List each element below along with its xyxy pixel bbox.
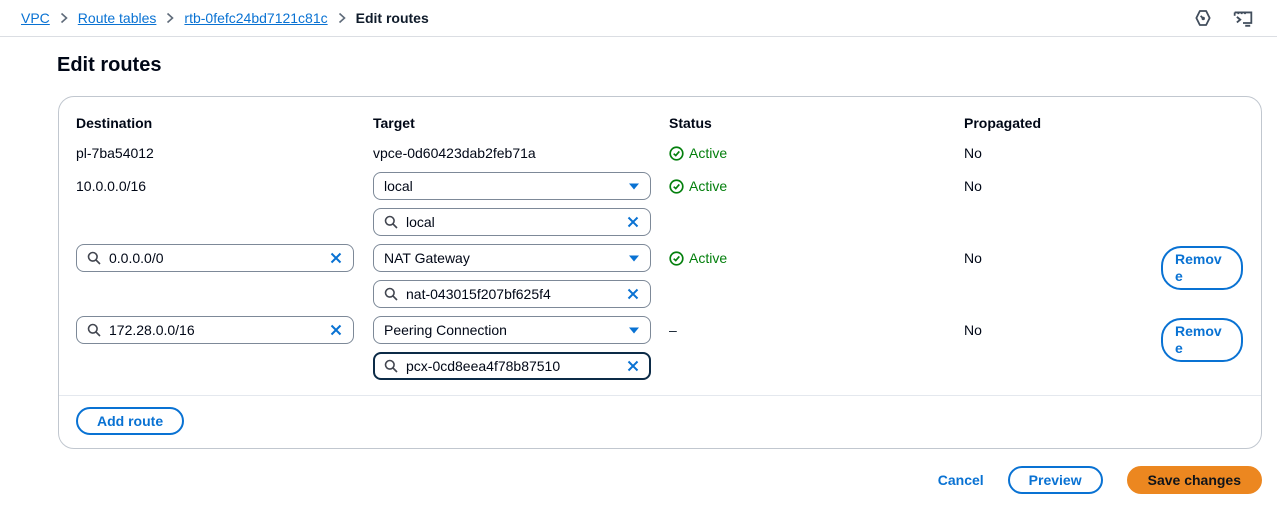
preview-button[interactable]: Preview xyxy=(1008,466,1103,494)
column-header-destination: Destination xyxy=(76,115,373,132)
status-value: – xyxy=(669,316,964,344)
target-type-selected: local xyxy=(384,178,413,194)
remove-route-button[interactable]: Remove xyxy=(1161,246,1243,290)
page-title: Edit routes xyxy=(57,54,1277,77)
table-row: NAT Gateway Active No Remove xyxy=(76,244,1241,308)
remove-route-button[interactable]: Remove xyxy=(1161,318,1243,362)
magnifier-icon xyxy=(87,323,101,337)
chevron-right-icon xyxy=(337,12,347,24)
target-type-select[interactable]: local xyxy=(373,172,651,200)
check-circle-icon xyxy=(669,251,684,266)
clear-x-icon[interactable] xyxy=(626,287,640,301)
status-badge: Active xyxy=(669,172,964,200)
caret-down-icon xyxy=(628,182,640,191)
chevron-right-icon xyxy=(165,12,175,24)
target-search-input[interactable] xyxy=(406,358,618,374)
clear-x-icon[interactable] xyxy=(329,323,343,337)
target-search-input-wrap xyxy=(373,208,651,236)
column-header-target: Target xyxy=(373,115,669,132)
destination-input[interactable] xyxy=(109,250,321,266)
propagated-value: No xyxy=(964,172,1161,200)
cancel-button[interactable]: Cancel xyxy=(938,472,984,488)
save-changes-button[interactable]: Save changes xyxy=(1127,466,1262,494)
destination-input[interactable] xyxy=(109,322,321,338)
target-search-input-wrap xyxy=(373,280,651,308)
magnifier-icon xyxy=(87,251,101,265)
breadcrumb-bar: VPC Route tables rtb-0fefc24bd7121c81c E… xyxy=(0,0,1277,37)
add-route-button[interactable]: Add route xyxy=(76,407,184,435)
target-type-selected: NAT Gateway xyxy=(384,250,470,266)
breadcrumb-link-route-tables[interactable]: Route tables xyxy=(78,10,157,26)
destination-input-wrap xyxy=(76,316,354,344)
table-header-row: Destination Target Status Propagated xyxy=(76,115,1241,132)
clear-x-icon[interactable] xyxy=(626,359,640,373)
check-circle-icon xyxy=(669,146,684,161)
destination-value: pl-7ba54012 xyxy=(76,144,373,162)
destination-value: 10.0.0.0/16 xyxy=(76,172,373,200)
status-badge: Active xyxy=(669,244,964,272)
target-search-input-wrap xyxy=(373,352,651,380)
table-row: Peering Connection – No Remove xyxy=(76,316,1241,380)
clear-x-icon[interactable] xyxy=(626,215,640,229)
target-type-select[interactable]: NAT Gateway xyxy=(373,244,651,272)
edit-routes-card: Destination Target Status Propagated pl-… xyxy=(58,96,1262,449)
propagated-value: No xyxy=(964,144,1161,162)
status-badge: Active xyxy=(669,144,964,162)
caret-down-icon xyxy=(628,326,640,335)
propagated-value: No xyxy=(964,244,1161,272)
table-row: pl-7ba54012 vpce-0d60423dab2feb71a Activ… xyxy=(76,144,1241,162)
caret-down-icon xyxy=(628,254,640,263)
clock-hexagon-icon[interactable] xyxy=(1193,8,1213,28)
card-footer: Add route xyxy=(59,395,1261,448)
table-row: 10.0.0.0/16 local Active No xyxy=(76,172,1241,236)
page-actions: Cancel Preview Save changes xyxy=(58,466,1262,494)
magnifier-icon xyxy=(384,359,398,373)
clear-x-icon[interactable] xyxy=(329,251,343,265)
destination-input-wrap xyxy=(76,244,354,272)
column-header-status: Status xyxy=(669,115,964,132)
magnifier-icon xyxy=(384,215,398,229)
target-type-selected: Peering Connection xyxy=(384,322,507,338)
target-value: vpce-0d60423dab2feb71a xyxy=(373,144,669,162)
cloudshell-terminal-icon[interactable] xyxy=(1233,8,1253,28)
propagated-value: No xyxy=(964,316,1161,344)
chevron-right-icon xyxy=(59,12,69,24)
target-search-input[interactable] xyxy=(406,214,618,230)
column-header-propagated: Propagated xyxy=(964,115,1161,132)
breadcrumb-current: Edit routes xyxy=(356,10,429,26)
check-circle-icon xyxy=(669,179,684,194)
target-search-input[interactable] xyxy=(406,286,618,302)
magnifier-icon xyxy=(384,287,398,301)
target-type-select[interactable]: Peering Connection xyxy=(373,316,651,344)
topbar-icons xyxy=(1193,8,1253,28)
breadcrumb-link-route-table-id[interactable]: rtb-0fefc24bd7121c81c xyxy=(184,10,327,26)
breadcrumb: VPC Route tables rtb-0fefc24bd7121c81c E… xyxy=(21,10,1193,26)
breadcrumb-link-vpc[interactable]: VPC xyxy=(21,10,50,26)
